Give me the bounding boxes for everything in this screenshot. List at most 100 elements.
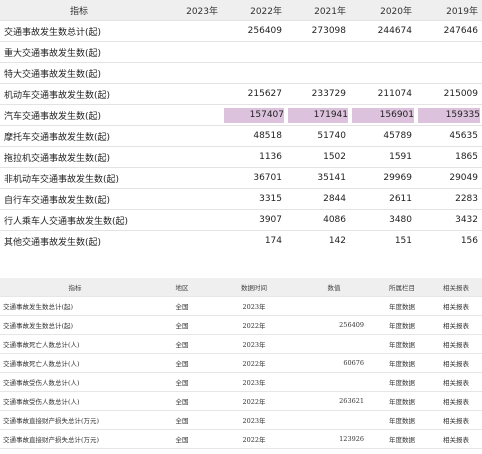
value-cell: 244674	[350, 20, 416, 42]
time-cell: 2023年	[214, 296, 294, 316]
value-cell: 215627	[222, 83, 286, 105]
related-report-link[interactable]: 相关报表	[430, 391, 482, 411]
indicator-name: 交通事故受伤人数总计(人)	[0, 391, 150, 411]
table-row: 汽车交通事故发生数(起) 157407 171941 156901 159335	[0, 104, 482, 126]
time-cell: 2023年	[214, 334, 294, 354]
region-cell: 全国	[150, 391, 214, 411]
value-cell: 2611	[350, 188, 416, 210]
table-row: 交通事故死亡人数总计(人) 全国 2023年 年度数据 相关报表	[0, 334, 482, 354]
col-header-column: 所属栏目	[374, 278, 430, 297]
related-report-link[interactable]: 相关报表	[430, 353, 482, 373]
table-row: 非机动车交通事故发生数(起) 36701 35141 29969 29049	[0, 167, 482, 189]
value-cell	[294, 372, 374, 392]
value-cell: 45635	[416, 125, 482, 147]
table-row: 行人乘车人交通事故发生数(起) 3907 4086 3480 3432	[0, 209, 482, 231]
region-cell: 全国	[150, 410, 214, 430]
query-result-table: 指标 地区 数据时间 数值 所属栏目 相关报表 交通事故发生数总计(起) 全国 20…	[0, 278, 482, 449]
value-cell: 263621	[294, 391, 374, 411]
table-row: 交通事故发生数总计(起) 256409 273098 244674 247646	[0, 20, 482, 42]
related-report-link[interactable]: 相关报表	[430, 296, 482, 316]
time-cell: 2023年	[214, 372, 294, 392]
value-cell: 2283	[416, 188, 482, 210]
col-header-indicator[interactable]: 指标	[0, 0, 158, 21]
value-cell	[294, 334, 374, 354]
value-cell	[286, 41, 350, 63]
region-cell: 全国	[150, 429, 214, 449]
query-table-header: 指标 地区 数据时间 数值 所属栏目 相关报表	[0, 278, 482, 297]
indicator-name: 特大交通事故发生数(起)	[0, 62, 158, 84]
value-cell	[350, 62, 416, 84]
column-link[interactable]: 年度数据	[374, 334, 430, 354]
value-cell: 256409	[294, 315, 374, 335]
value-cell: 215009	[416, 83, 482, 105]
table-row: 拖拉机交通事故发生数(起) 1136 1502 1591 1865	[0, 146, 482, 168]
region-cell: 全国	[150, 353, 214, 373]
value-cell: 51740	[286, 125, 350, 147]
value-cell: 123926	[294, 429, 374, 449]
col-header-2023[interactable]: 2023年	[158, 0, 222, 21]
table-row: 交通事故直接财产损失总计(万元) 全国 2022年 123926 年度数据 相关报表	[0, 429, 482, 449]
related-report-link[interactable]: 相关报表	[430, 410, 482, 430]
related-report-link[interactable]: 相关报表	[430, 372, 482, 392]
indicator-name: 交通事故受伤人数总计(人)	[0, 372, 150, 392]
region-cell: 全国	[150, 334, 214, 354]
col-header-indicator: 指标	[0, 278, 150, 297]
time-cell: 2022年	[214, 353, 294, 373]
annual-table-header: 指标 2023年 2022年 2021年 2020年 2019年	[0, 0, 482, 21]
col-header-time: 数据时间	[214, 278, 294, 297]
col-header-2022[interactable]: 2022年	[222, 0, 286, 21]
value-cell: 2844	[286, 188, 350, 210]
column-link[interactable]: 年度数据	[374, 353, 430, 373]
time-cell: 2022年	[214, 315, 294, 335]
table-row: 交通事故直接财产损失总计(万元) 全国 2023年 年度数据 相关报表	[0, 410, 482, 430]
value-cell	[286, 62, 350, 84]
indicator-name: 汽车交通事故发生数(起)	[0, 104, 158, 126]
col-header-2020[interactable]: 2020年	[350, 0, 416, 21]
value-cell: 157407	[222, 104, 286, 126]
col-header-report: 相关报表	[430, 278, 482, 297]
related-report-link[interactable]: 相关报表	[430, 429, 482, 449]
annual-data-table: 指标 2023年 2022年 2021年 2020年 2019年 交通事故发生数…	[0, 0, 482, 252]
column-link[interactable]: 年度数据	[374, 410, 430, 430]
table-row: 摩托车交通事故发生数(起) 48518 51740 45789 45635	[0, 125, 482, 147]
table-row: 机动车交通事故发生数(起) 215627 233729 211074 215009	[0, 83, 482, 105]
indicator-name: 行人乘车人交通事故发生数(起)	[0, 209, 158, 231]
value-cell	[350, 41, 416, 63]
value-cell	[158, 209, 222, 231]
indicator-name: 拖拉机交通事故发生数(起)	[0, 146, 158, 168]
highlighted-value: 157407	[224, 107, 284, 123]
indicator-name: 交通事故直接财产损失总计(万元)	[0, 429, 150, 449]
col-header-2019[interactable]: 2019年	[416, 0, 482, 21]
column-link[interactable]: 年度数据	[374, 296, 430, 316]
indicator-name: 交通事故发生数总计(起)	[0, 315, 150, 335]
col-header-region: 地区	[150, 278, 214, 297]
section-gap	[0, 248, 482, 278]
value-cell	[416, 41, 482, 63]
value-cell: 1502	[286, 146, 350, 168]
value-cell: 233729	[286, 83, 350, 105]
col-header-2021[interactable]: 2021年	[286, 0, 350, 21]
region-cell: 全国	[150, 315, 214, 335]
table-row: 交通事故发生数总计(起) 全国 2022年 256409 年度数据 相关报表	[0, 315, 482, 335]
column-link[interactable]: 年度数据	[374, 315, 430, 335]
value-cell: 171941	[286, 104, 350, 126]
related-report-link[interactable]: 相关报表	[430, 334, 482, 354]
value-cell: 4086	[286, 209, 350, 231]
value-cell: 273098	[286, 20, 350, 42]
value-cell	[158, 20, 222, 42]
value-cell: 48518	[222, 125, 286, 147]
time-cell: 2023年	[214, 410, 294, 430]
column-link[interactable]: 年度数据	[374, 391, 430, 411]
column-link[interactable]: 年度数据	[374, 372, 430, 392]
related-report-link[interactable]: 相关报表	[430, 315, 482, 335]
value-cell: 1591	[350, 146, 416, 168]
column-link[interactable]: 年度数据	[374, 429, 430, 449]
indicator-name: 自行车交通事故发生数(起)	[0, 188, 158, 210]
indicator-name: 非机动车交通事故发生数(起)	[0, 167, 158, 189]
value-cell	[158, 167, 222, 189]
value-cell	[158, 83, 222, 105]
value-cell: 1136	[222, 146, 286, 168]
value-cell: 247646	[416, 20, 482, 42]
value-cell	[158, 62, 222, 84]
value-cell: 60676	[294, 353, 374, 373]
